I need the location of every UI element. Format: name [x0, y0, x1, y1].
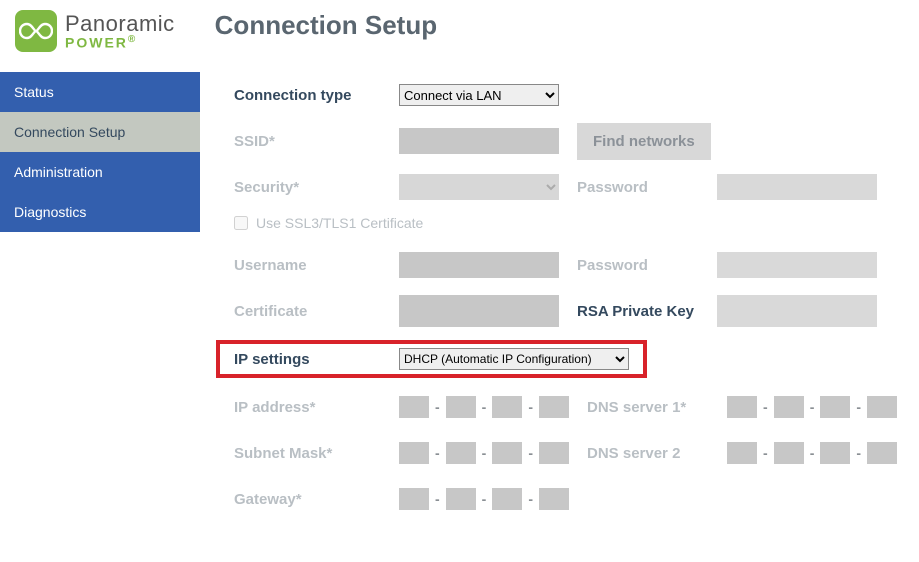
ip-address-input: - - - [399, 396, 569, 418]
subnet-input: - - - [399, 442, 569, 464]
dns1-input: - - - [727, 396, 897, 418]
find-networks-button[interactable]: Find networks [577, 123, 711, 160]
ip-octet [539, 488, 569, 510]
ip-octet [774, 396, 804, 418]
connection-type-label: Connection type [234, 87, 399, 104]
ip-settings-select[interactable]: DHCP (Automatic IP Configuration) [399, 348, 629, 370]
dns2-input: - - - [727, 442, 897, 464]
ip-settings-highlight: IP settings DHCP (Automatic IP Configura… [216, 340, 647, 378]
ssid-input [399, 128, 559, 154]
ip-settings-label: IP settings [234, 351, 399, 368]
brand-sub: POWER® [65, 35, 175, 50]
password2-input [717, 252, 877, 278]
sidebar-item-administration[interactable]: Administration [0, 152, 200, 192]
form-area: Connection type Connect via LAN SSID* Fi… [200, 72, 919, 562]
ssid-label: SSID* [234, 133, 399, 150]
ip-octet [727, 442, 757, 464]
sidebar-item-connection-setup[interactable]: Connection Setup [0, 112, 200, 152]
infinity-icon [15, 10, 57, 52]
username-input [399, 252, 559, 278]
header: Panoramic POWER® Connection Setup [0, 0, 919, 72]
certificate-input [399, 295, 559, 327]
ip-octet [446, 442, 476, 464]
ip-octet [399, 396, 429, 418]
page-title: Connection Setup [215, 10, 437, 41]
subnet-label: Subnet Mask* [234, 445, 399, 462]
ip-octet [446, 488, 476, 510]
rsa-input [717, 295, 877, 327]
security-select [399, 174, 559, 200]
password1-label: Password [577, 179, 717, 196]
username-label: Username [234, 257, 399, 274]
ip-octet [820, 442, 850, 464]
ip-octet [774, 442, 804, 464]
ip-octet [727, 396, 757, 418]
ip-octet [446, 396, 476, 418]
security-label: Security* [234, 179, 399, 196]
ssl-checkbox [234, 216, 248, 230]
ip-octet [492, 442, 522, 464]
ip-address-label: IP address* [234, 399, 399, 416]
ip-octet [492, 488, 522, 510]
dns1-label: DNS server 1* [587, 399, 727, 416]
certificate-label: Certificate [234, 303, 399, 320]
ip-octet [399, 488, 429, 510]
sidebar-item-diagnostics[interactable]: Diagnostics [0, 192, 200, 232]
rsa-label: RSA Private Key [577, 303, 717, 320]
sidebar-item-status[interactable]: Status [0, 72, 200, 112]
ip-octet [399, 442, 429, 464]
brand-logo: Panoramic POWER® [15, 10, 175, 52]
password2-label: Password [577, 257, 717, 274]
ip-octet [492, 396, 522, 418]
ip-octet [539, 442, 569, 464]
brand-name: Panoramic [65, 13, 175, 35]
ssl-label: Use SSL3/TLS1 Certificate [256, 215, 423, 231]
ip-octet [820, 396, 850, 418]
ip-octet [539, 396, 569, 418]
sidebar: Status Connection Setup Administration D… [0, 72, 200, 562]
gateway-input: - - - [399, 488, 569, 510]
ip-octet [867, 396, 897, 418]
dns2-label: DNS server 2 [587, 445, 727, 462]
password1-input [717, 174, 877, 200]
gateway-label: Gateway* [234, 491, 399, 508]
connection-type-select[interactable]: Connect via LAN [399, 84, 559, 106]
ip-octet [867, 442, 897, 464]
